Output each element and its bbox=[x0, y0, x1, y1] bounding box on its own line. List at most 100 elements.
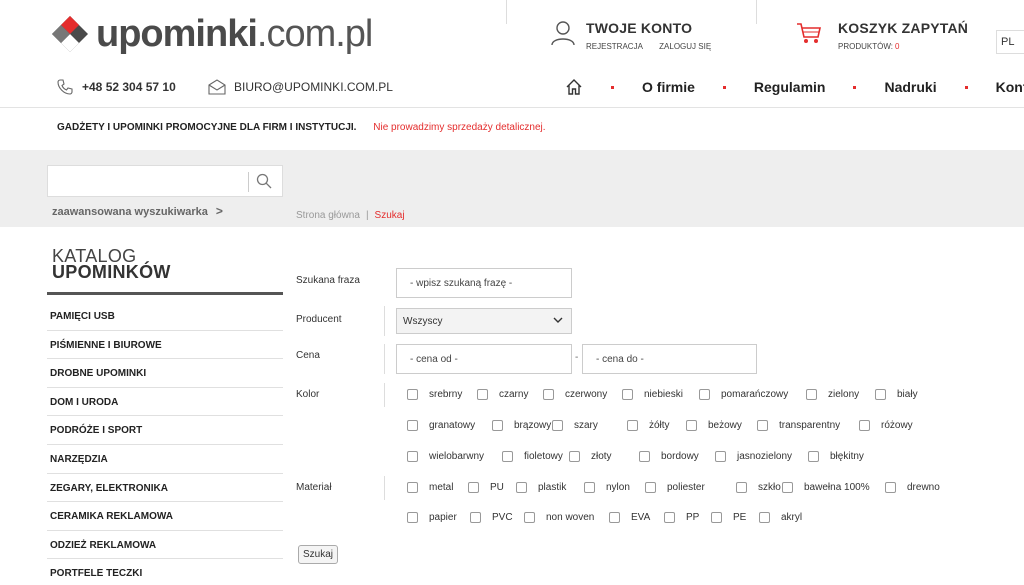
search-box[interactable] bbox=[47, 165, 283, 197]
nav-o-firmie[interactable]: O firmie bbox=[642, 79, 695, 95]
nav-regulamin[interactable]: Regulamin bbox=[754, 79, 826, 95]
material-option[interactable]: bawełna 100% bbox=[782, 482, 870, 493]
color-checkbox[interactable] bbox=[477, 389, 488, 400]
color-option[interactable]: beżowy bbox=[686, 420, 742, 431]
color-option[interactable]: zielony bbox=[806, 389, 859, 400]
color-option[interactable]: błękitny bbox=[808, 451, 864, 462]
material-option[interactable]: PE bbox=[711, 512, 746, 523]
catalog-item[interactable]: NARZĘDZIA bbox=[47, 445, 283, 474]
color-checkbox[interactable] bbox=[757, 420, 768, 431]
color-option[interactable]: biały bbox=[875, 389, 918, 400]
language-selector[interactable]: PL bbox=[996, 30, 1024, 54]
material-checkbox[interactable] bbox=[759, 512, 770, 523]
material-option[interactable]: akryl bbox=[759, 512, 802, 523]
color-checkbox[interactable] bbox=[806, 389, 817, 400]
color-checkbox[interactable] bbox=[543, 389, 554, 400]
home-icon[interactable] bbox=[565, 78, 583, 96]
color-checkbox[interactable] bbox=[407, 451, 418, 462]
color-option[interactable]: jasnozielony bbox=[715, 451, 792, 462]
search-submit-button[interactable]: Szukaj bbox=[298, 545, 339, 564]
color-checkbox[interactable] bbox=[407, 389, 418, 400]
material-option[interactable]: metal bbox=[407, 482, 453, 493]
color-option[interactable]: żółty bbox=[627, 420, 670, 431]
material-option[interactable]: drewno bbox=[885, 482, 940, 493]
material-checkbox[interactable] bbox=[407, 482, 418, 493]
material-checkbox[interactable] bbox=[885, 482, 896, 493]
color-option[interactable]: srebrny bbox=[407, 389, 462, 400]
phrase-input[interactable]: - wpisz szukaną frazę - bbox=[396, 268, 572, 298]
nav-nadruki[interactable]: Nadruki bbox=[884, 79, 936, 95]
price-to-input[interactable]: - cena do - bbox=[582, 344, 757, 374]
material-checkbox[interactable] bbox=[516, 482, 527, 493]
material-checkbox[interactable] bbox=[645, 482, 656, 493]
catalog-item[interactable]: ZEGARY, ELEKTRONIKA bbox=[47, 474, 283, 503]
login-link[interactable]: ZALOGUJ SIĘ bbox=[659, 42, 711, 51]
material-option[interactable]: PVC bbox=[470, 512, 513, 523]
material-option[interactable]: nylon bbox=[584, 482, 630, 493]
color-checkbox[interactable] bbox=[622, 389, 633, 400]
color-checkbox[interactable] bbox=[639, 451, 650, 462]
catalog-item[interactable]: CERAMIKA REKLAMOWA bbox=[47, 502, 283, 531]
color-checkbox[interactable] bbox=[686, 420, 697, 431]
color-option[interactable]: niebieski bbox=[622, 389, 683, 400]
color-option[interactable]: złoty bbox=[569, 451, 612, 462]
account-title[interactable]: TWOJE KONTO bbox=[586, 20, 725, 36]
material-checkbox[interactable] bbox=[782, 482, 793, 493]
color-checkbox[interactable] bbox=[407, 420, 418, 431]
material-checkbox[interactable] bbox=[711, 512, 722, 523]
color-checkbox[interactable] bbox=[875, 389, 886, 400]
material-option[interactable]: EVA bbox=[609, 512, 650, 523]
advanced-search-link[interactable]: zaawansowana wyszukiwarka > bbox=[52, 204, 223, 218]
material-option[interactable]: PU bbox=[468, 482, 504, 493]
email-contact[interactable]: BIURO@UPOMINKI.COM.PL bbox=[208, 78, 393, 96]
color-checkbox[interactable] bbox=[502, 451, 513, 462]
color-option[interactable]: granatowy bbox=[407, 420, 475, 431]
color-option[interactable]: fioletowy bbox=[502, 451, 563, 462]
phone-contact[interactable]: +48 52 304 57 10 bbox=[56, 78, 176, 96]
material-checkbox[interactable] bbox=[736, 482, 747, 493]
color-option[interactable]: transparentny bbox=[757, 420, 840, 431]
material-option[interactable]: poliester bbox=[645, 482, 705, 493]
catalog-item[interactable]: PAMIĘCI USB bbox=[47, 302, 283, 331]
color-checkbox[interactable] bbox=[492, 420, 503, 431]
producer-select[interactable]: Wszyscy bbox=[396, 308, 572, 334]
material-checkbox[interactable] bbox=[407, 512, 418, 523]
catalog-item[interactable]: DOM I URODA bbox=[47, 388, 283, 417]
cart-title[interactable]: KOSZYK ZAPYTAŃ bbox=[838, 20, 968, 36]
catalog-item[interactable]: PORTFELE TECZKI bbox=[47, 559, 283, 585]
material-checkbox[interactable] bbox=[524, 512, 535, 523]
color-option[interactable]: czerwony bbox=[543, 389, 607, 400]
material-option[interactable]: non woven bbox=[524, 512, 594, 523]
search-input[interactable] bbox=[48, 166, 246, 196]
material-option[interactable]: plastik bbox=[516, 482, 566, 493]
breadcrumb-home[interactable]: Strona główna bbox=[296, 210, 360, 221]
material-option[interactable]: PP bbox=[664, 512, 699, 523]
material-option[interactable]: szkło bbox=[736, 482, 781, 493]
cart-block[interactable]: KOSZYK ZAPYTAŃ PRODUKTÓW: 0 bbox=[796, 20, 968, 51]
color-checkbox[interactable] bbox=[552, 420, 563, 431]
catalog-item[interactable]: PIŚMIENNE I BIUROWE bbox=[47, 331, 283, 360]
material-checkbox[interactable] bbox=[470, 512, 481, 523]
color-checkbox[interactable] bbox=[627, 420, 638, 431]
color-option[interactable]: bordowy bbox=[639, 451, 699, 462]
price-from-input[interactable]: - cena od - bbox=[396, 344, 572, 374]
material-checkbox[interactable] bbox=[609, 512, 620, 523]
color-checkbox[interactable] bbox=[715, 451, 726, 462]
color-checkbox[interactable] bbox=[699, 389, 710, 400]
search-icon[interactable] bbox=[256, 173, 272, 189]
nav-kontakt[interactable]: Kont bbox=[996, 79, 1024, 95]
color-option[interactable]: czarny bbox=[477, 389, 528, 400]
color-option[interactable]: pomarańczowy bbox=[699, 389, 788, 400]
color-option[interactable]: szary bbox=[552, 420, 598, 431]
catalog-item[interactable]: ODZIEŻ REKLAMOWA bbox=[47, 531, 283, 560]
color-checkbox[interactable] bbox=[569, 451, 580, 462]
material-option[interactable]: papier bbox=[407, 512, 457, 523]
catalog-item[interactable]: PODRÓŻE I SPORT bbox=[47, 416, 283, 445]
color-checkbox[interactable] bbox=[808, 451, 819, 462]
color-option[interactable]: różowy bbox=[859, 420, 913, 431]
color-option[interactable]: brązowy bbox=[492, 420, 551, 431]
logo[interactable]: upominki.com.pl bbox=[50, 14, 373, 54]
account-block[interactable]: TWOJE KONTO REJESTRACJA ZALOGUJ SIĘ bbox=[550, 20, 725, 51]
color-checkbox[interactable] bbox=[859, 420, 870, 431]
color-option[interactable]: wielobarwny bbox=[407, 451, 484, 462]
